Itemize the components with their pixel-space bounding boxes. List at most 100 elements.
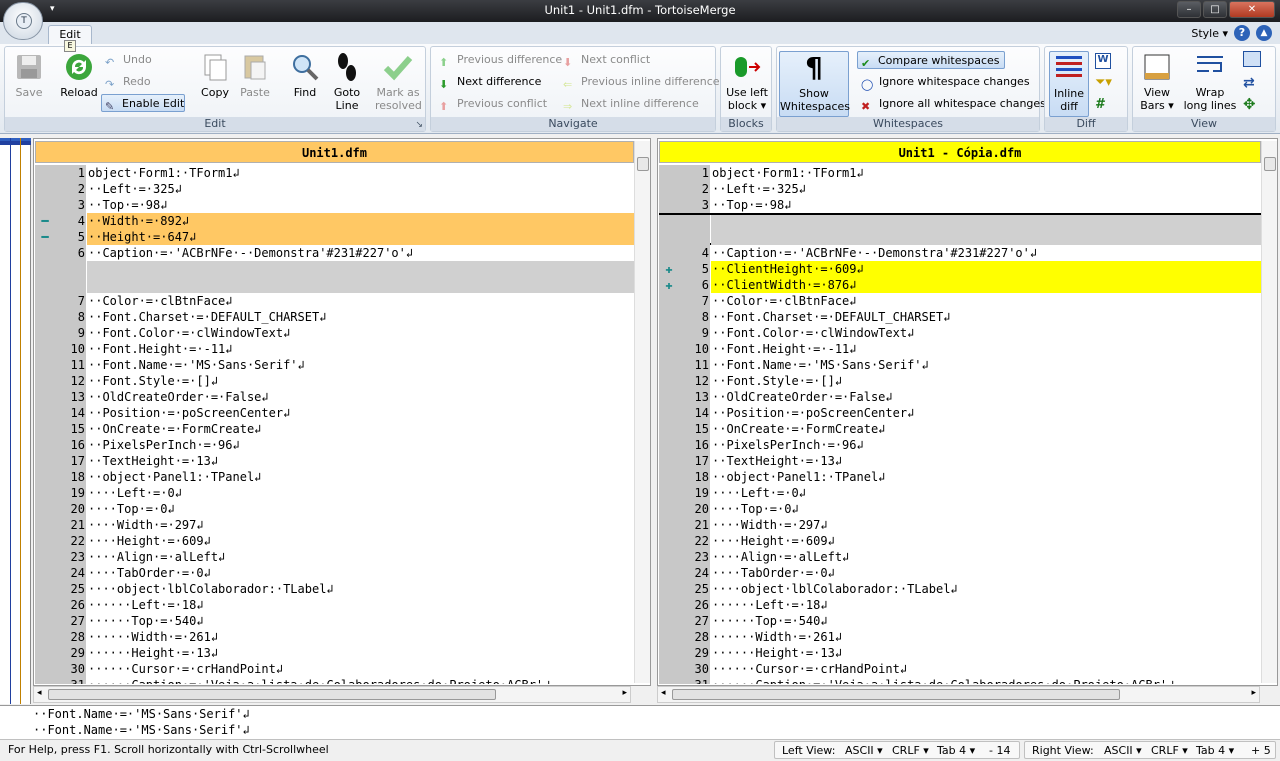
code-line[interactable]: 31······Caption·=·'Veja·a·lista·de·Colab…: [35, 677, 634, 684]
code-line[interactable]: 28 ······Width·=·261↲: [659, 629, 1261, 645]
code-line[interactable]: 20 ····Top·=·0↲: [659, 501, 1261, 517]
use-left-block-button[interactable]: Use left block ▾: [723, 51, 771, 112]
left-horizontal-scrollbar[interactable]: ◂ ▸: [33, 686, 631, 703]
code-line[interactable]: 30 ······Cursor·=·crHandPoint↲: [659, 661, 1261, 677]
code-line[interactable]: ━ 4 ··Width·=·892↲: [35, 213, 634, 229]
code-line[interactable]: 14 ··Position·=·poScreenCenter↲: [35, 405, 634, 421]
style-menu[interactable]: Style ▾: [1191, 27, 1228, 40]
next-conflict-button[interactable]: ⬇ Next conflict: [563, 51, 650, 69]
code-line[interactable]: 27 ······Top·=·540↲: [35, 613, 634, 629]
maximize-button[interactable]: □: [1203, 1, 1227, 18]
show-whitespaces-button[interactable]: ¶ Show Whitespaces: [779, 51, 850, 117]
copy-button[interactable]: Copy: [195, 51, 235, 99]
code-line[interactable]: 19 ····Left·=·0↲: [35, 485, 634, 501]
dialog-launcher-icon[interactable]: ↘: [415, 120, 423, 130]
right-vertical-scrollbar[interactable]: [1261, 141, 1277, 683]
word-diff-icon[interactable]: W: [1095, 53, 1111, 69]
code-line[interactable]: 3 ··Top·=·98↲: [35, 197, 634, 213]
filler-line[interactable]: [659, 229, 1261, 245]
code-line[interactable]: 13 ··OldCreateOrder·=·False↲: [35, 389, 634, 405]
enable-edit-button[interactable]: ✎ Enable Edit: [101, 94, 185, 113]
ignore-all-whitespace-option[interactable]: ✖ Ignore all whitespace changes: [861, 95, 1046, 113]
code-line[interactable]: 29 ······Height·=·13↲: [35, 645, 634, 661]
filler-line[interactable]: [35, 261, 634, 277]
location-bar[interactable]: [0, 138, 31, 704]
right-vscroll-thumb[interactable]: [1264, 157, 1276, 171]
reload-button[interactable]: Reload: [57, 51, 101, 99]
code-line[interactable]: 24 ····TabOrder·=·0↲: [35, 565, 634, 581]
code-line[interactable]: 28 ······Width·=·261↲: [35, 629, 634, 645]
code-line[interactable]: 16 ··PixelsPerInch·=·96↲: [35, 437, 634, 453]
code-line[interactable]: 26 ······Left·=·18↲: [35, 597, 634, 613]
code-line[interactable]: 18 ··object·Panel1:·TPanel↲: [35, 469, 634, 485]
code-line[interactable]: 6 ··Caption·=·'ACBrNFe·-·Demonstra'#231#2…: [35, 245, 634, 261]
left-vertical-scrollbar[interactable]: [634, 141, 650, 683]
code-line[interactable]: 10 ··Font.Height·=·-11↲: [35, 341, 634, 357]
right-horizontal-scrollbar[interactable]: ◂ ▸: [657, 686, 1260, 703]
hash-icon[interactable]: #: [1095, 97, 1111, 113]
left-code-view[interactable]: 1 object·Form1:·TForm1↲ 2 ··Left·=·325↲ 3 ··T…: [35, 165, 634, 684]
left-eol-dropdown[interactable]: CRLF ▾: [892, 741, 929, 761]
code-line[interactable]: 25 ····object·lblColaborador:·TLabel↲: [659, 581, 1261, 597]
code-line[interactable]: 25 ····object·lblColaborador:·TLabel↲: [35, 581, 634, 597]
code-line[interactable]: 2 ··Left·=·325↲: [35, 181, 634, 197]
left-encoding-dropdown[interactable]: ASCII ▾: [845, 741, 883, 761]
save-button[interactable]: Save: [9, 51, 49, 99]
code-line[interactable]: 1 object·Form1:·TForm1↲: [659, 165, 1261, 181]
paste-button[interactable]: Paste: [235, 51, 275, 99]
right-tab-dropdown[interactable]: Tab 4 ▾: [1196, 741, 1234, 761]
code-line[interactable]: 15 ··OnCreate·=·FormCreate↲: [35, 421, 634, 437]
code-line[interactable]: 11 ··Font.Name·=·'MS·Sans·Serif'↲: [659, 357, 1261, 373]
right-pane[interactable]: Unit1 - Cópia.dfm 1 object·Form1:·TForm1↲…: [657, 138, 1278, 686]
code-line[interactable]: 22 ····Height·=·609↲: [35, 533, 634, 549]
code-line[interactable]: 21 ····Width·=·297↲: [35, 517, 634, 533]
code-line[interactable]: 12 ··Font.Style·=·[]↲: [659, 373, 1261, 389]
code-line[interactable]: 19 ····Left·=·0↲: [659, 485, 1261, 501]
redo-button[interactable]: ↷ Redo: [105, 73, 151, 91]
minimize-ribbon-icon[interactable]: ▲: [1256, 25, 1272, 41]
code-line[interactable]: 8 ··Font.Charset·=·DEFAULT_CHARSET↲: [35, 309, 634, 325]
code-line[interactable]: 26 ······Left·=·18↲: [659, 597, 1261, 613]
code-line[interactable]: 8 ··Font.Charset·=·DEFAULT_CHARSET↲: [659, 309, 1261, 325]
code-line[interactable]: 9 ··Font.Color·=·clWindowText↲: [659, 325, 1261, 341]
code-line[interactable]: 12 ··Font.Style·=·[]↲: [35, 373, 634, 389]
code-line[interactable]: 4 ··Caption·=·'ACBrNFe·-·Demonstra'#231#2…: [659, 245, 1261, 261]
previous-difference-button[interactable]: ⬆ Previous difference: [439, 51, 562, 69]
compare-whitespaces-option[interactable]: ✔ Compare whitespaces: [857, 51, 1005, 70]
code-line[interactable]: 15 ··OnCreate·=·FormCreate↲: [659, 421, 1261, 437]
right-encoding-dropdown[interactable]: ASCII ▾: [1104, 741, 1142, 761]
ignore-whitespace-changes-option[interactable]: ◯ Ignore whitespace changes: [861, 73, 1030, 91]
right-eol-dropdown[interactable]: CRLF ▾: [1151, 741, 1188, 761]
code-line[interactable]: 7 ··Color·=·clBtnFace↲: [659, 293, 1261, 309]
code-line[interactable]: 21 ····Width·=·297↲: [659, 517, 1261, 533]
application-menu-button[interactable]: T: [3, 2, 43, 40]
right-code-view[interactable]: 1 object·Form1:·TForm1↲ 2 ··Left·=·325↲ 3 ··T…: [659, 165, 1261, 684]
code-line[interactable]: 7 ··Color·=·clBtnFace↲: [35, 293, 634, 309]
help-icon[interactable]: ?: [1234, 25, 1250, 41]
code-line[interactable]: ━ 5 ··Height·=·647↲: [35, 229, 634, 245]
right-hscroll-thumb[interactable]: [672, 689, 1120, 700]
next-difference-button[interactable]: ⬇ Next difference: [439, 73, 541, 91]
previous-inline-difference-button[interactable]: ⇐ Previous inline difference: [563, 73, 720, 91]
left-tab-dropdown[interactable]: Tab 4 ▾: [937, 741, 975, 761]
left-pane[interactable]: Unit1.dfm 1 object·Form1:·TForm1↲ 2 ··Left·…: [33, 138, 651, 686]
code-line[interactable]: 13 ··OldCreateOrder·=·False↲: [659, 389, 1261, 405]
code-line[interactable]: 9 ··Font.Color·=·clWindowText↲: [35, 325, 634, 341]
collapse-icon[interactable]: ✥: [1243, 95, 1256, 113]
code-line[interactable]: 24 ····TabOrder·=·0↲: [659, 565, 1261, 581]
filler-line[interactable]: [659, 213, 1261, 231]
filler-line[interactable]: [35, 277, 634, 293]
view-bars-button[interactable]: View Bars ▾: [1135, 51, 1179, 112]
code-line[interactable]: 31······Caption·=·'Veja·a·lista·de·Colab…: [659, 677, 1261, 684]
inline-diff-button[interactable]: Inline diff: [1049, 51, 1089, 117]
next-inline-difference-button[interactable]: ⇒ Next inline difference: [563, 95, 699, 113]
filter-icon[interactable]: ⏷▾: [1095, 75, 1119, 91]
code-line[interactable]: 16 ··PixelsPerInch·=·96↲: [659, 437, 1261, 453]
code-line[interactable]: 23 ····Align·=·alLeft↲: [35, 549, 634, 565]
code-line[interactable]: 2 ··Left·=·325↲: [659, 181, 1261, 197]
code-line[interactable]: 18 ··object·Panel1:·TPanel↲: [659, 469, 1261, 485]
code-line[interactable]: 17 ··TextHeight·=·13↲: [35, 453, 634, 469]
left-hscroll-thumb[interactable]: [48, 689, 496, 700]
code-line[interactable]: 27 ······Top·=·540↲: [659, 613, 1261, 629]
code-line[interactable]: 29 ······Height·=·13↲: [659, 645, 1261, 661]
